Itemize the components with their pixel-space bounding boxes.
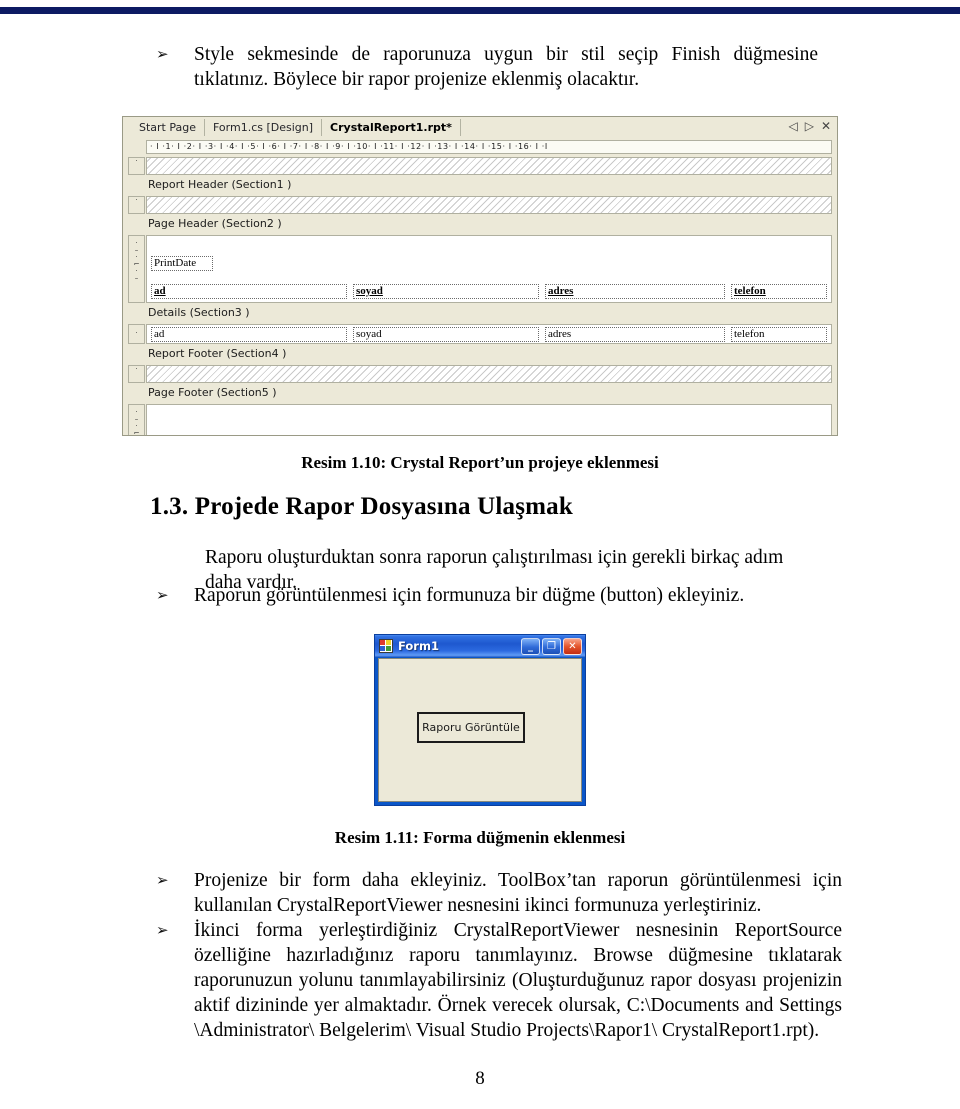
view-report-button[interactable]: Raporu Görüntüle xyxy=(417,712,525,743)
tab-crystalreport1-rpt[interactable]: CrystalReport1.rpt* xyxy=(321,119,461,136)
header-rule xyxy=(0,7,960,14)
tab-start-page[interactable]: Start Page xyxy=(131,119,204,136)
band-report-footer[interactable] xyxy=(146,365,832,383)
bullet-arrow-icon: ➢ xyxy=(156,586,169,604)
crystal-report-designer-screenshot: Start Page Form1.cs [Design] CrystalRepo… xyxy=(122,116,838,436)
window-controls: _ ❐ ✕ xyxy=(521,637,585,655)
gutter-report-footer: · xyxy=(128,365,145,383)
bullet-intro-text: Style sekmesinde de raporunuza uygun bir… xyxy=(194,44,818,90)
field-detail-soyad[interactable]: soyad xyxy=(353,327,539,342)
gutter-report-header: · xyxy=(128,157,145,175)
close-tab-icon[interactable]: ✕ xyxy=(821,119,831,133)
bullet-add-form-text: Projenize bir form daha ekleyiniz. ToolB… xyxy=(194,870,842,916)
form-title-text: Form1 xyxy=(398,639,439,653)
bullet-arrow-icon: ➢ xyxy=(156,45,169,63)
field-printdate[interactable]: PrintDate xyxy=(151,256,213,271)
bullet-add-button: ➢ Raporun görüntülenmesi için formunuza … xyxy=(150,583,818,608)
band-details[interactable]: ad soyad adres telefon xyxy=(146,324,832,344)
bullet-intro: ➢ Style sekmesinde de raporunuza uygun b… xyxy=(150,42,818,92)
next-tab-icon[interactable]: ▷ xyxy=(805,119,814,133)
form-app-icon xyxy=(379,639,393,653)
gutter-details: · xyxy=(128,324,145,344)
gutter-page-header-content: · – · ⌐ · – xyxy=(128,235,145,303)
section-label-details: Details (Section3 ) xyxy=(148,306,250,319)
document-page: ➢ Style sekmesinde de raporunuza uygun b… xyxy=(0,0,960,1109)
tab-form1-design[interactable]: Form1.cs [Design] xyxy=(204,119,321,136)
prev-tab-icon[interactable]: ◁ xyxy=(788,119,797,133)
field-detail-ad[interactable]: ad xyxy=(151,327,347,342)
field-header-telefon[interactable]: telefon xyxy=(731,284,827,299)
form-title-bar: Form1 _ ❐ ✕ xyxy=(375,635,585,657)
bullet-reportsource-text: İkinci forma yerleştirdiğiniz CrystalRep… xyxy=(194,920,842,1041)
section-label-report-footer: Report Footer (Section4 ) xyxy=(148,347,287,360)
band-report-header[interactable] xyxy=(146,157,832,175)
maximize-button[interactable]: ❐ xyxy=(542,637,561,655)
page-number: 8 xyxy=(475,1068,485,1089)
bullet-add-form: ➢ Projenize bir form daha ekleyiniz. Too… xyxy=(150,868,842,918)
section-label-page-header: Page Header (Section2 ) xyxy=(148,217,282,230)
field-detail-adres[interactable]: adres xyxy=(545,327,725,342)
field-header-adres[interactable]: adres xyxy=(545,284,725,299)
section-label-page-footer: Page Footer (Section5 ) xyxy=(148,386,277,399)
band-page-header-content[interactable]: PrintDate ad soyad adres telefon xyxy=(146,235,832,303)
close-button[interactable]: ✕ xyxy=(563,637,582,655)
minimize-button[interactable]: _ xyxy=(521,637,540,655)
section-label-report-header: Report Header (Section1 ) xyxy=(148,178,292,191)
gutter-page-header: · xyxy=(128,196,145,214)
horizontal-ruler: · I ·1· I ·2· I ·3· I ·4· I ·5· I ·6· I … xyxy=(146,140,832,154)
bullet-add-button-text: Raporun görüntülenmesi için formunuza bi… xyxy=(194,585,745,606)
section-heading-1-3: 1.3. Projede Rapor Dosyasına Ulaşmak xyxy=(150,493,573,520)
designer-canvas: · I ·1· I ·2· I ·3· I ·4· I ·5· I ·6· I … xyxy=(128,140,832,435)
bullet-reportsource: ➢ İkinci forma yerleştirdiğiniz CrystalR… xyxy=(150,918,842,1043)
field-header-soyad[interactable]: soyad xyxy=(353,284,539,299)
band-page-footer[interactable] xyxy=(146,404,832,435)
designer-tab-bar: Start Page Form1.cs [Design] CrystalRepo… xyxy=(123,117,837,138)
figure-caption-1-10: Resim 1.10: Crystal Report’un projeye ek… xyxy=(301,453,659,472)
bullet-arrow-icon: ➢ xyxy=(156,921,169,939)
tab-navigation-group: ◁ ▷ ✕ xyxy=(788,119,831,133)
field-header-ad[interactable]: ad xyxy=(151,284,347,299)
gutter-page-footer: · – · ⌐ xyxy=(128,404,145,435)
figure-caption-1-11: Resim 1.11: Forma düğmenin eklenmesi xyxy=(334,828,626,847)
bullet-arrow-icon: ➢ xyxy=(156,871,169,889)
winforms-form1-screenshot: Form1 _ ❐ ✕ Raporu Görüntüle xyxy=(374,634,586,806)
band-page-header-strip[interactable] xyxy=(146,196,832,214)
form-client-area: Raporu Görüntüle xyxy=(378,658,582,802)
field-detail-telefon[interactable]: telefon xyxy=(731,327,827,342)
